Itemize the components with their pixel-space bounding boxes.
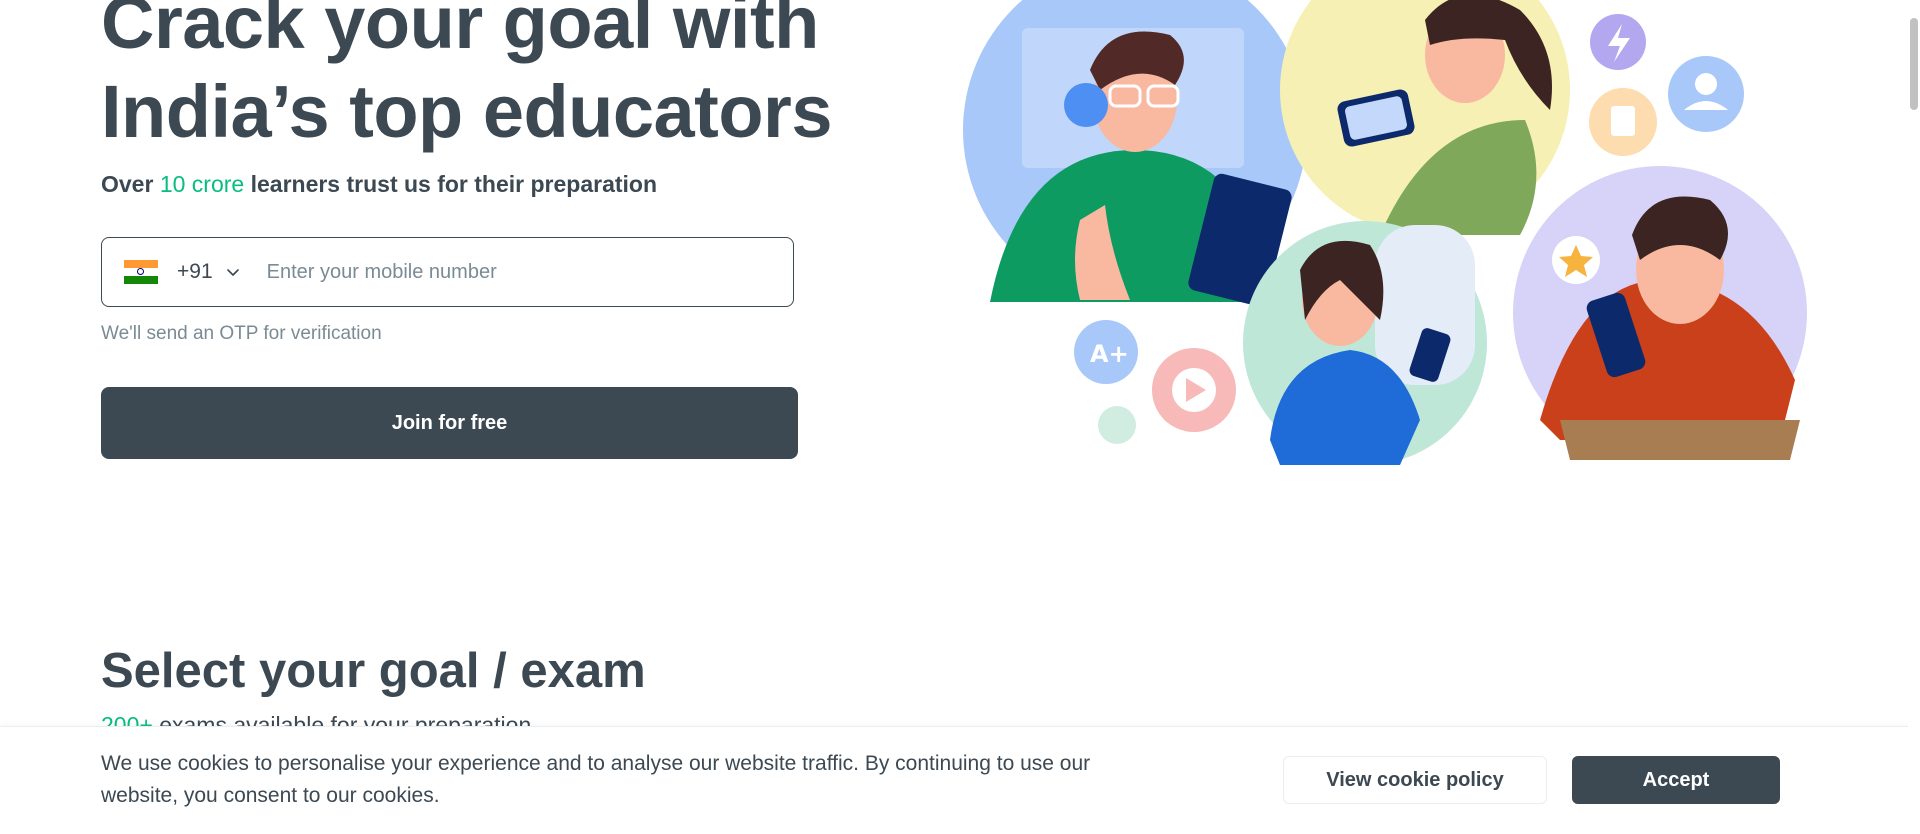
illustration-svg: A+ — [963, 0, 1807, 465]
hero-title: Crack your goal with India’s top educato… — [101, 0, 832, 156]
hero-subtitle: Over 10 crore learners trust us for thei… — [101, 168, 657, 200]
otp-hint: We'll send an OTP for verification — [101, 323, 382, 344]
cookie-banner: We use cookies to personalise your exper… — [0, 726, 1908, 834]
hero-subtitle-suffix: learners trust us for their preparation — [244, 171, 658, 197]
join-for-free-button[interactable]: Join for free — [101, 387, 798, 459]
goal-section-title: Select your goal / exam — [101, 644, 646, 698]
hero-title-line-2: India’s top educators — [101, 70, 832, 153]
hero-subtitle-prefix: Over — [101, 171, 160, 197]
hero-subtitle-count: 10 crore — [159, 171, 245, 197]
accept-cookies-button[interactable]: Accept — [1572, 756, 1780, 804]
cookie-message: We use cookies to personalise your exper… — [101, 752, 1091, 807]
country-dial-code: +91 — [177, 260, 213, 283]
hero-title-line-1: Crack your goal with — [101, 0, 819, 64]
landing-page: Crack your goal with India’s top educato… — [0, 0, 1920, 834]
phone-field: +91 — [101, 237, 794, 307]
view-cookie-policy-button[interactable]: View cookie policy — [1283, 756, 1547, 804]
scrollbar-thumb[interactable] — [1910, 18, 1918, 110]
educators-learners-illustration: A+ — [960, 0, 1820, 470]
svg-text:A+: A+ — [1090, 340, 1129, 368]
country-code-selector[interactable]: +91 — [102, 238, 241, 306]
mobile-number-input[interactable] — [264, 251, 793, 293]
chevron-down-icon — [225, 264, 241, 280]
page-scrollbar[interactable] — [1908, 0, 1920, 834]
india-flag-icon — [124, 260, 158, 284]
